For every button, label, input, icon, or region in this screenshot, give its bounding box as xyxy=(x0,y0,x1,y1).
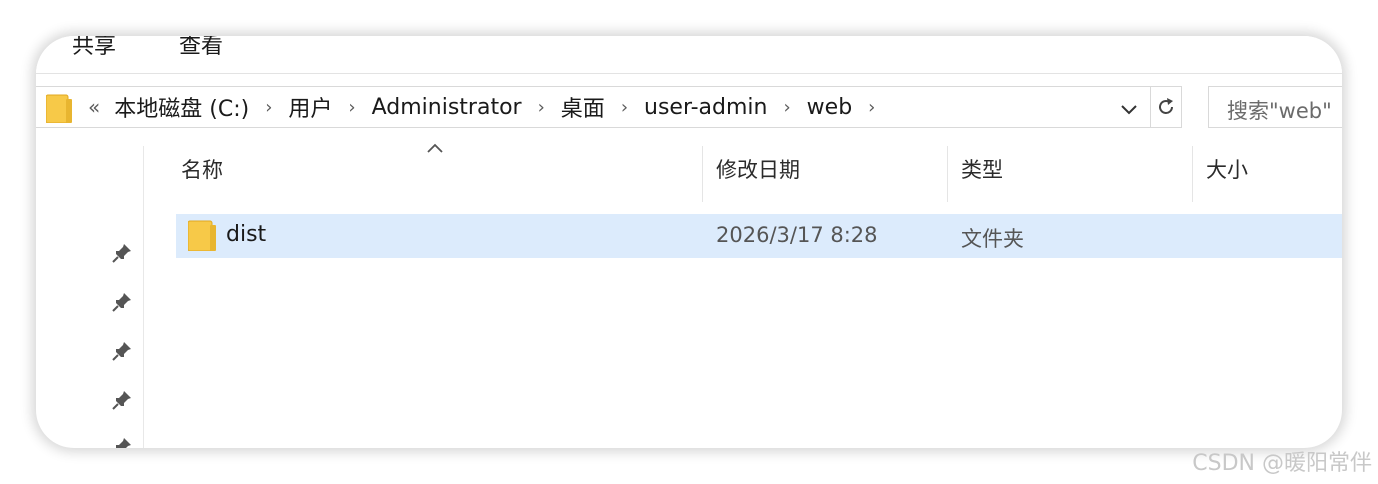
pin-icon[interactable] xyxy=(111,436,133,448)
breadcrumb-item-users[interactable]: 用户 xyxy=(288,91,332,123)
column-divider[interactable] xyxy=(1192,146,1193,202)
breadcrumb: « 本地磁盘 (C:) › 用户 › Administrator › 桌面 › … xyxy=(88,87,891,127)
explorer-window: 共享 查看 « 本地磁盘 (C:) › 用户 › Administrator ›… xyxy=(36,36,1342,448)
sort-ascending-icon xyxy=(427,143,443,153)
pane-divider[interactable] xyxy=(143,146,144,448)
column-header-name[interactable]: 名称 xyxy=(181,154,223,184)
pin-icon[interactable] xyxy=(111,291,133,313)
chevron-right-icon[interactable]: › xyxy=(621,97,628,118)
column-header-size[interactable]: 大小 xyxy=(1206,154,1248,184)
chevron-right-icon[interactable]: › xyxy=(538,97,545,118)
refresh-icon xyxy=(1159,98,1173,114)
breadcrumb-item-c-drive[interactable]: 本地磁盘 (C:) xyxy=(114,91,249,123)
file-row[interactable]: dist 2026/3/17 8:28 文件夹 xyxy=(176,214,1342,258)
search-input[interactable]: 搜索"web" xyxy=(1208,86,1342,128)
folder-icon xyxy=(188,220,216,251)
pin-icon[interactable] xyxy=(111,242,133,264)
column-divider[interactable] xyxy=(702,146,703,202)
pin-icon[interactable] xyxy=(111,340,133,362)
ribbon-tab-share[interactable]: 共享 xyxy=(72,36,116,60)
chevron-right-icon[interactable]: › xyxy=(868,97,875,118)
file-type: 文件夹 xyxy=(961,227,1024,251)
breadcrumb-item-web[interactable]: web xyxy=(807,95,853,120)
chevron-right-icon[interactable]: › xyxy=(265,97,272,118)
ribbon-tab-view[interactable]: 查看 xyxy=(179,36,223,60)
pin-icon[interactable] xyxy=(111,389,133,411)
overflow-chevron-icon[interactable]: « xyxy=(88,95,100,119)
breadcrumb-item-desktop[interactable]: 桌面 xyxy=(561,91,605,123)
column-header-type[interactable]: 类型 xyxy=(961,154,1003,184)
column-divider[interactable] xyxy=(947,146,948,202)
refresh-button[interactable] xyxy=(1150,86,1182,128)
chevron-right-icon[interactable]: › xyxy=(348,97,355,118)
column-header-date-modified[interactable]: 修改日期 xyxy=(716,154,800,184)
ribbon-divider xyxy=(36,73,1342,74)
chevron-down-icon[interactable] xyxy=(1118,98,1140,120)
file-name[interactable]: dist xyxy=(226,222,266,247)
breadcrumb-item-administrator[interactable]: Administrator xyxy=(372,95,522,120)
chevron-right-icon[interactable]: › xyxy=(783,97,790,118)
navigation-pane xyxy=(36,146,144,448)
folder-icon xyxy=(46,94,72,123)
breadcrumb-item-user-admin[interactable]: user-admin xyxy=(644,95,767,120)
ribbon-tabs: 共享 查看 xyxy=(36,36,1342,74)
address-bar[interactable]: « 本地磁盘 (C:) › 用户 › Administrator › 桌面 › … xyxy=(36,86,1180,128)
watermark: CSDN @暖阳常伴 xyxy=(1192,451,1372,476)
file-date-modified: 2026/3/17 8:28 xyxy=(716,223,878,247)
